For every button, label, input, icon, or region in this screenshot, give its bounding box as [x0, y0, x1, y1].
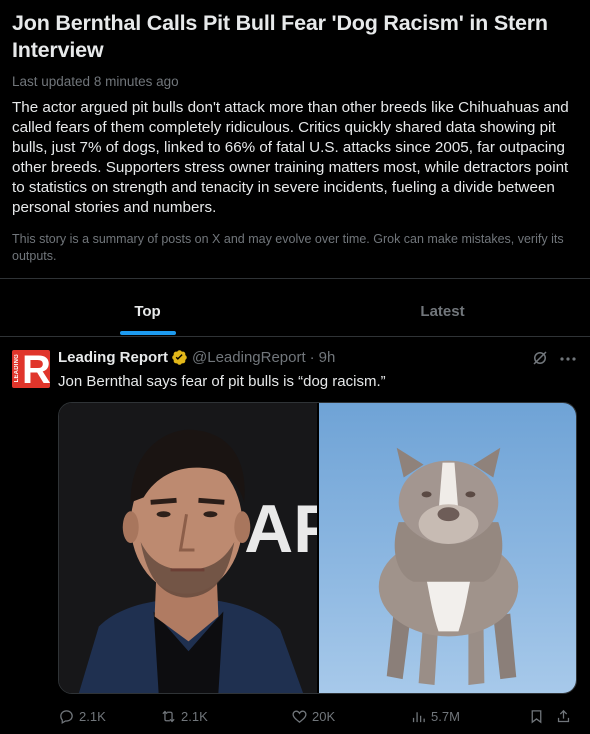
story-disclaimer: This story is a summary of posts on X an… [12, 232, 564, 263]
repost-icon [162, 710, 175, 723]
tab-active-indicator [119, 331, 176, 335]
like-button[interactable]: 20K [291, 708, 335, 725]
post-time[interactable]: 9h [319, 349, 336, 366]
verified-badge-icon [171, 349, 188, 366]
avatar[interactable]: LEADING R [12, 350, 50, 388]
views-button[interactable]: 5.7M [410, 708, 460, 725]
repost-count: 2.1K [181, 709, 208, 724]
post[interactable]: LEADING R Leading Report @LeadingReport … [0, 337, 590, 734]
post-header: Leading Report @LeadingReport · 9h [58, 349, 335, 366]
post-actions: 2.1K 2.1K 20K 5.7M [58, 708, 578, 728]
tab-latest[interactable]: Latest [295, 286, 590, 336]
reply-button[interactable]: 2.1K [58, 708, 106, 725]
story-headline: Jon Bernthal Calls Pit Bull Fear 'Dog Ra… [12, 11, 548, 62]
photo-pit-bull[interactable] [319, 403, 576, 693]
story-summary: Jon Bernthal Calls Pit Bull Fear 'Dog Ra… [0, 0, 590, 265]
tab-latest-label: Latest [420, 302, 465, 320]
share-icon [557, 709, 570, 723]
grok-icon[interactable] [531, 349, 549, 367]
story-updated: Last updated 8 minutes ago [12, 74, 179, 89]
reply-count: 2.1K [79, 709, 106, 724]
more-icon[interactable] [559, 351, 577, 367]
backdrop-letters: AF [244, 492, 317, 567]
post-text: Jon Bernthal says fear of pit bulls is “… [58, 373, 386, 390]
divider [0, 278, 590, 279]
avatar-text: LEADING [14, 354, 20, 383]
tab-top[interactable]: Top [0, 286, 295, 336]
reply-icon [60, 710, 73, 725]
views-icon [412, 712, 425, 723]
story-summary-text: The actor argued pit bulls don't attack … [12, 99, 569, 216]
tab-bar: Top Latest [0, 286, 590, 336]
repost-button[interactable]: 2.1K [160, 708, 208, 725]
author-handle[interactable]: @LeadingReport [192, 349, 306, 366]
tab-top-label: Top [134, 302, 161, 320]
bookmark-icon [531, 710, 542, 724]
separator: · [309, 349, 315, 366]
avatar-letter: R [22, 350, 50, 388]
view-count: 5.7M [431, 709, 460, 724]
author-name[interactable]: Leading Report [58, 349, 168, 366]
photo-actor[interactable]: AF [59, 403, 317, 693]
share-button[interactable] [555, 708, 576, 725]
post-media[interactable]: AF [58, 402, 577, 694]
heart-icon [292, 710, 307, 723]
bookmark-button[interactable] [528, 708, 549, 725]
like-count: 20K [312, 709, 336, 724]
